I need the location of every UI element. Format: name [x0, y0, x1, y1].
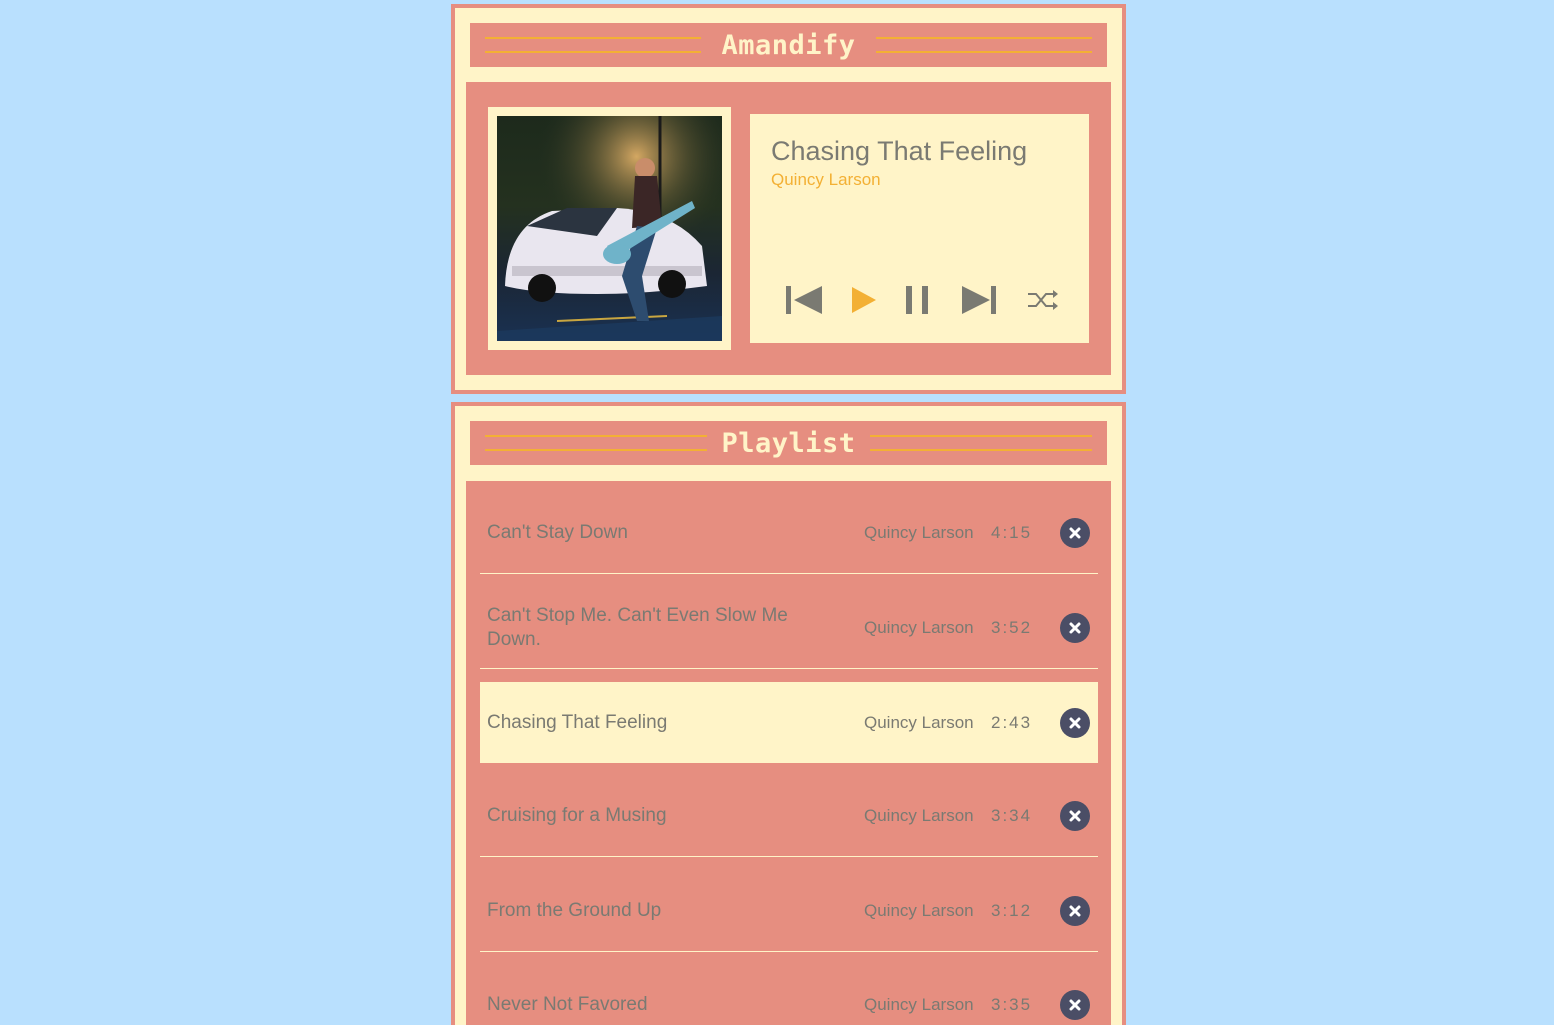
close-icon — [1069, 717, 1081, 728]
track-artist: Quincy Larson — [864, 901, 974, 920]
app-title: Amandify — [707, 29, 870, 61]
track-duration: 2:43 — [991, 712, 1033, 732]
header-rule-left — [485, 37, 701, 53]
now-playing-card: Chasing That Feeling Quincy Larson — [750, 114, 1089, 343]
playlist-rule-right — [869, 435, 1092, 451]
track-title: Can't Stop Me. Can't Even Slow Me Down. — [487, 604, 788, 650]
shuffle-button[interactable] — [1024, 282, 1064, 318]
track-duration: 3:35 — [991, 995, 1033, 1014]
track-title: Can't Stay Down — [487, 522, 628, 543]
playlist-rule-left — [485, 435, 708, 451]
next-button[interactable] — [960, 282, 1000, 318]
track-title: Cruising for a Musing — [487, 805, 667, 826]
remove-track-button[interactable] — [1060, 801, 1090, 831]
now-playing-title: Chasing That Feeling — [771, 136, 1028, 166]
remove-track-button[interactable] — [1060, 612, 1090, 643]
skip-previous-icon — [786, 286, 822, 314]
remove-track-button[interactable] — [1060, 990, 1090, 1020]
track-title: Chasing That Feeling — [487, 711, 668, 733]
track-artist: Quincy Larson — [864, 995, 974, 1014]
playlist-panel: Playlist Can't Stay Down Quincy Larson 4… — [451, 402, 1126, 1025]
shuffle-icon — [1028, 290, 1058, 310]
playlist-row-active[interactable]: Chasing That Feeling Quincy Larson 2:43 — [480, 682, 1098, 763]
track-artist: Quincy Larson — [864, 712, 974, 732]
pause-button[interactable] — [900, 282, 940, 318]
close-icon — [1069, 527, 1081, 539]
track-title: From the Ground Up — [487, 900, 662, 921]
player-panel: Amandify Chasing That Feeling Quincy Lar… — [451, 4, 1126, 394]
track-duration: 3:52 — [991, 617, 1033, 637]
playlist-row[interactable]: Can't Stop Me. Can't Even Slow Me Down. … — [480, 587, 1098, 669]
close-icon — [1069, 810, 1081, 822]
track-duration: 3:34 — [991, 806, 1033, 825]
play-button[interactable] — [844, 282, 884, 318]
track-duration: 3:12 — [991, 901, 1033, 920]
album-art-illustration — [497, 116, 722, 341]
close-icon — [1069, 905, 1081, 917]
album-art — [497, 116, 722, 341]
track-artist: Quincy Larson — [864, 617, 974, 637]
track-artist: Quincy Larson — [864, 806, 974, 825]
playlist-row[interactable]: Never Not Favored Quincy Larson 3:35 — [480, 965, 1098, 1025]
playlist-row[interactable]: From the Ground Up Quincy Larson 3:12 — [480, 871, 1098, 952]
player-body: Chasing That Feeling Quincy Larson — [466, 82, 1111, 375]
close-icon — [1069, 999, 1081, 1011]
playlist-list: Can't Stay Down Quincy Larson 4:15 Can't… — [466, 481, 1111, 1025]
close-icon — [1069, 622, 1081, 633]
previous-button[interactable] — [784, 282, 824, 318]
remove-track-button[interactable] — [1060, 707, 1090, 738]
playlist-row[interactable]: Cruising for a Musing Quincy Larson 3:34 — [480, 776, 1098, 857]
remove-track-button[interactable] — [1060, 896, 1090, 926]
pause-icon — [906, 286, 928, 314]
playlist-row[interactable]: Can't Stay Down Quincy Larson 4:15 — [480, 493, 1098, 574]
playback-controls — [776, 282, 1066, 318]
track-duration: 4:15 — [991, 523, 1033, 542]
playlist-title: Playlist — [707, 427, 870, 459]
album-art-frame — [488, 107, 731, 350]
play-icon — [852, 287, 876, 313]
skip-next-icon — [962, 286, 996, 314]
now-playing-artist: Quincy Larson — [771, 170, 881, 189]
header-rule-right — [876, 37, 1092, 53]
playlist-header: Playlist — [470, 421, 1107, 465]
track-title: Never Not Favored — [487, 994, 648, 1015]
track-artist: Quincy Larson — [864, 523, 974, 542]
app-header: Amandify — [470, 23, 1107, 67]
remove-track-button[interactable] — [1060, 518, 1090, 548]
